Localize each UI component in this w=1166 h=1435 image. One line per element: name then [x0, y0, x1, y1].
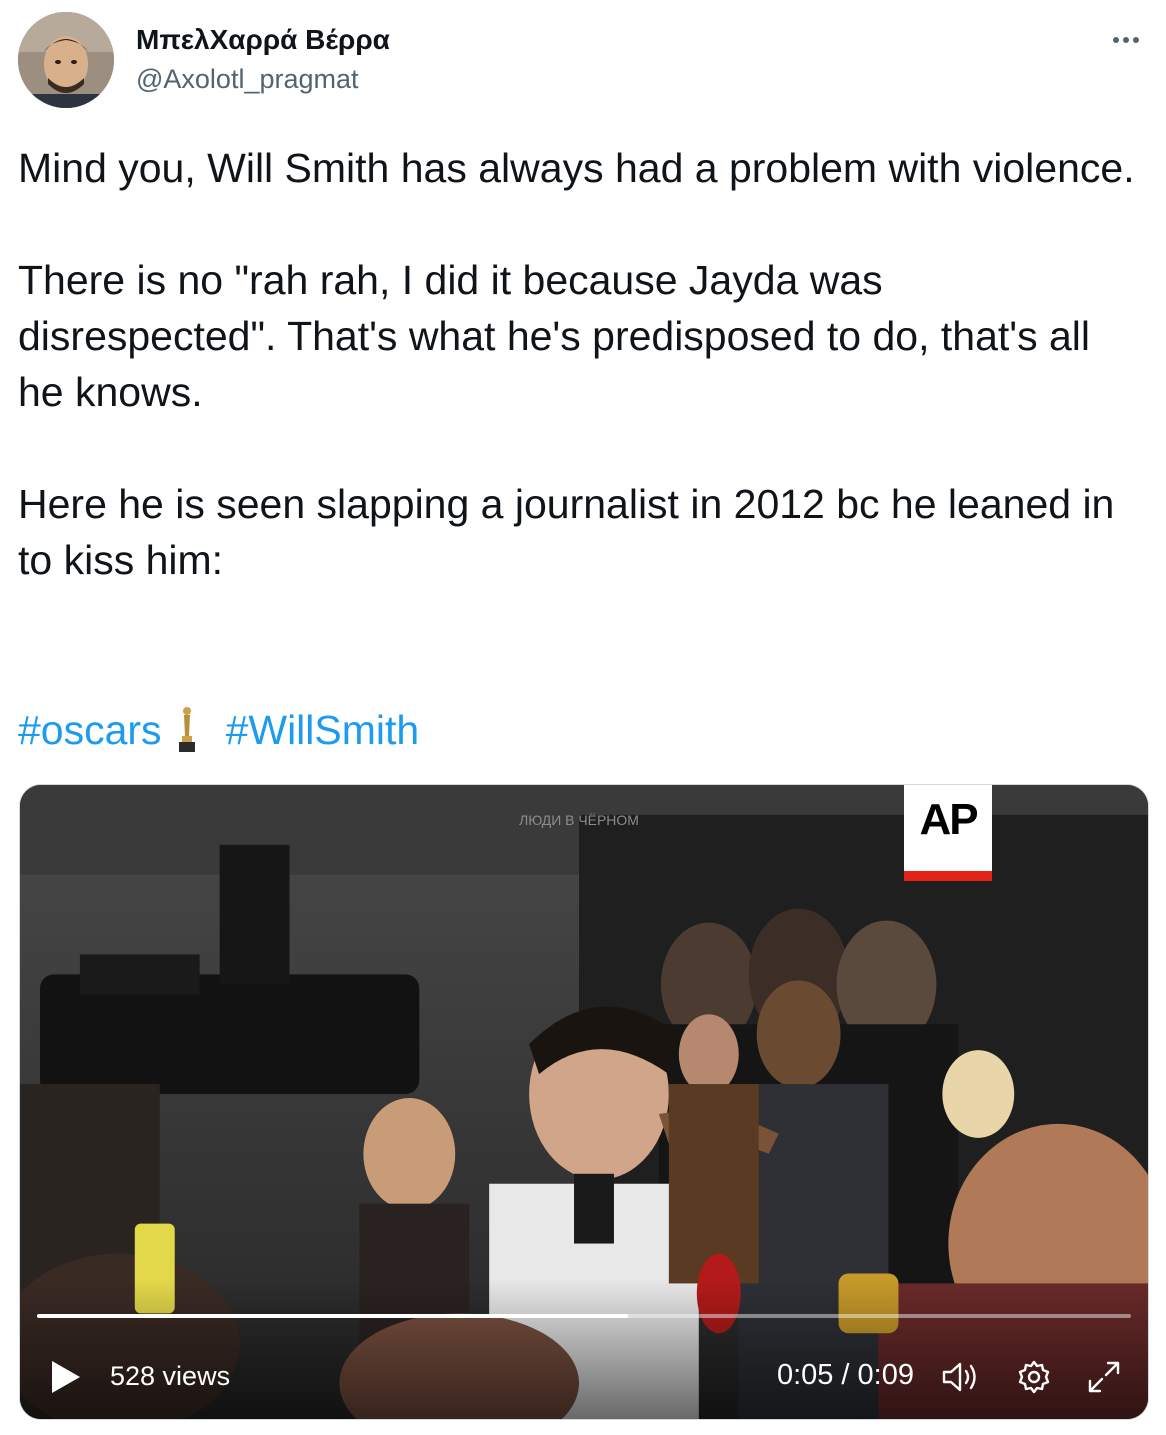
video-progress-bar[interactable]: [37, 1314, 1131, 1318]
controls-overlay: [20, 1279, 1148, 1419]
oscar-statue-icon: [178, 707, 195, 752]
avatar[interactable]: [18, 12, 114, 108]
tweet: ΜπελΧαρρά Βέρρα @Axolotl_pragmat Mind yo…: [0, 0, 1166, 1435]
hashtag-row: #oscars #WillSmith: [18, 702, 419, 758]
background-sign: ЛЮДИ В ЧЁРНОМ: [519, 812, 639, 828]
handle[interactable]: @Axolotl_pragmat: [136, 64, 359, 95]
ap-watermark: AP: [904, 785, 992, 881]
display-name[interactable]: ΜπελΧαρρά Βέρρα: [136, 24, 390, 56]
video-player[interactable]: ЛЮДИ В ЧЁРНОМ AP 528 views 0:05 / 0:09: [19, 784, 1149, 1420]
hashtag-oscars[interactable]: #oscars: [18, 707, 162, 753]
tweet-paragraph: Mind you, Will Smith has always had a pr…: [18, 145, 1135, 191]
video-progress-fill: [37, 1314, 628, 1318]
volume-icon[interactable]: [940, 1357, 980, 1397]
tweet-text: Mind you, Will Smith has always had a pr…: [18, 140, 1138, 588]
gear-icon[interactable]: [1014, 1357, 1054, 1397]
tweet-paragraph: Here he is seen slapping a journalist in…: [18, 481, 1115, 583]
avatar-image: [18, 12, 114, 108]
more-dots-icon[interactable]: [1106, 28, 1146, 52]
tweet-paragraph: There is no "rah rah, I did it because J…: [18, 257, 1091, 415]
play-icon[interactable]: [50, 1359, 82, 1395]
hashtag-willsmith[interactable]: #WillSmith: [226, 707, 420, 753]
view-count: 528 views: [110, 1361, 231, 1391]
fullscreen-icon[interactable]: [1084, 1357, 1124, 1397]
video-time: 0:05 / 0:09: [776, 1359, 914, 1391]
